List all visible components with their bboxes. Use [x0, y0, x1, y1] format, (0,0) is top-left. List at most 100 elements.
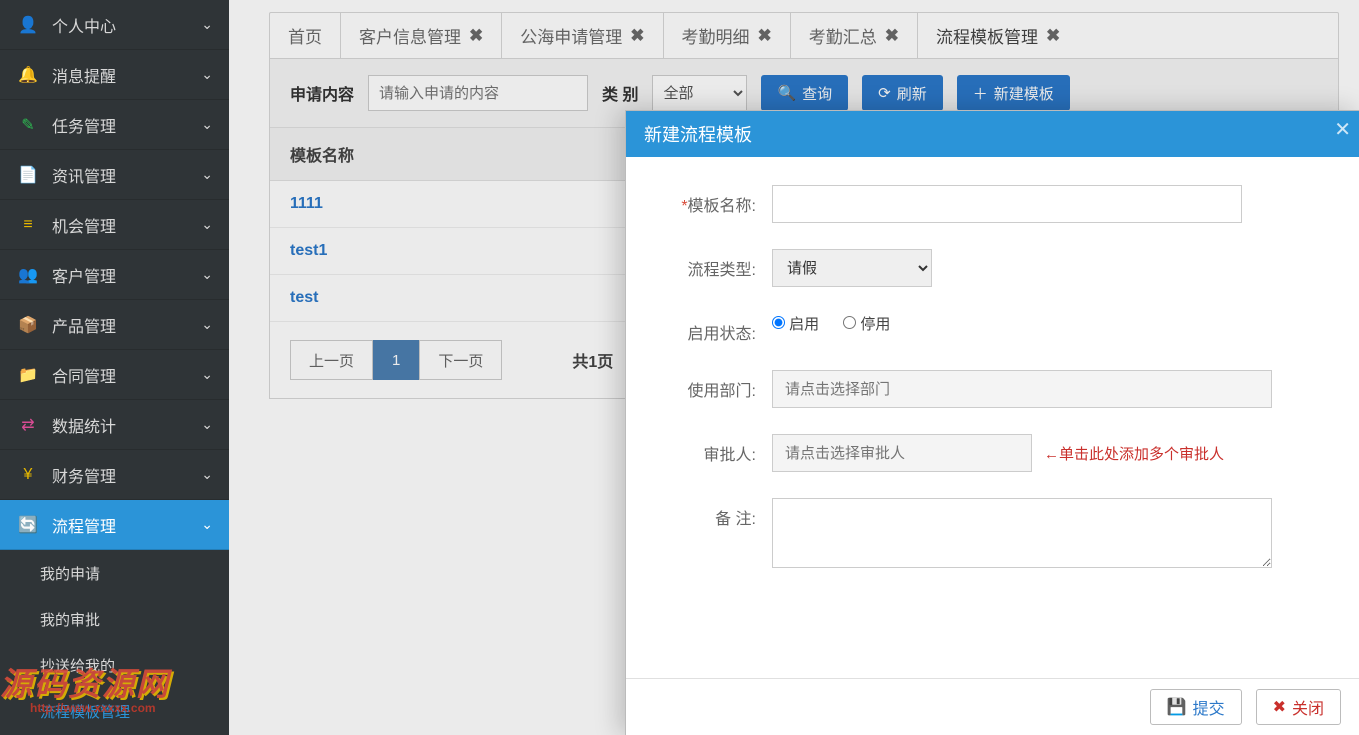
pager-next[interactable]: 下一页: [419, 340, 502, 380]
query-button[interactable]: 🔍查询: [761, 75, 848, 111]
filter-select-category[interactable]: 全部: [652, 75, 747, 111]
close-icon[interactable]: ✖: [630, 26, 644, 46]
sidebar-item-customer[interactable]: 👥 客户管理 ⌄: [0, 250, 229, 300]
sidebar-item-message[interactable]: 🔔 消息提醒 ⌄: [0, 50, 229, 100]
tab-customer-info[interactable]: 客户信息管理 ✖: [341, 13, 502, 58]
approver-picker[interactable]: [772, 434, 1032, 472]
label-template-name: *模板名称:: [666, 185, 756, 216]
tab-label: 流程模板管理: [936, 23, 1038, 48]
chevron-down-icon: ⌄: [201, 466, 213, 483]
chevron-down-icon: ⌄: [201, 166, 213, 183]
chevron-down-icon: ⌄: [201, 366, 213, 383]
new-template-button[interactable]: ＋新建模板: [957, 75, 1070, 111]
chevron-down-icon: ⌄: [201, 316, 213, 333]
sidebar-item-label: 产品管理: [52, 313, 116, 337]
radio-enable[interactable]: 启用: [772, 313, 819, 334]
chevron-down-icon: ⌄: [201, 116, 213, 133]
tab-label: 客户信息管理: [359, 23, 461, 48]
sidebar-sub-cctome[interactable]: 抄送给我的: [0, 642, 229, 688]
tab-attendance-detail[interactable]: 考勤明细 ✖: [664, 13, 791, 58]
tab-label: 首页: [288, 23, 322, 48]
template-name-input[interactable]: [772, 185, 1242, 223]
sidebar-sub-template[interactable]: 流程模板管理: [0, 688, 229, 734]
shuffle-icon: ⇄: [16, 415, 40, 435]
submit-button[interactable]: 💾提交: [1150, 689, 1242, 725]
label-flow-type: 流程类型:: [666, 249, 756, 280]
modal-title: 新建流程模板: [644, 121, 752, 147]
sidebar-item-product[interactable]: 📦 产品管理 ⌄: [0, 300, 229, 350]
users-icon: 👥: [16, 265, 40, 285]
sidebar-item-label: 客户管理: [52, 263, 116, 287]
close-icon[interactable]: ✖: [885, 26, 899, 46]
list-icon: ≡: [16, 216, 40, 234]
sidebar-sub-myapply[interactable]: 我的申请: [0, 550, 229, 596]
flow-type-select[interactable]: 请假: [772, 249, 932, 287]
tab-home[interactable]: 首页: [270, 13, 341, 58]
sidebar-item-label: 流程管理: [52, 513, 116, 537]
radio-disable[interactable]: 停用: [843, 313, 890, 334]
search-icon: 🔍: [777, 84, 796, 102]
sidebar-sub-myapprove[interactable]: 我的审批: [0, 596, 229, 642]
user-icon: 👤: [16, 15, 40, 35]
tab-label: 考勤明细: [682, 23, 750, 48]
close-icon[interactable]: ✖: [1046, 26, 1060, 46]
label-remark: 备 注:: [666, 498, 756, 529]
new-template-modal: 新建流程模板 ✕ *模板名称: 流程类型: 请假 启用状态: 启用 停用 使用部…: [625, 110, 1359, 735]
box-icon: 📦: [16, 315, 40, 335]
refresh-button[interactable]: ⟳刷新: [862, 75, 943, 111]
approver-add-hint[interactable]: ←单击此处添加多个审批人: [1044, 443, 1224, 464]
sidebar-item-label: 任务管理: [52, 113, 116, 137]
sidebar-item-label: 机会管理: [52, 213, 116, 237]
modal-footer: 💾提交 ✖关闭: [626, 678, 1359, 735]
tab-public-apply[interactable]: 公海申请管理 ✖: [502, 13, 663, 58]
dept-picker[interactable]: [772, 370, 1272, 408]
modal-body: *模板名称: 流程类型: 请假 启用状态: 启用 停用 使用部门: 审批人:: [626, 157, 1359, 678]
bell-icon: 🔔: [16, 65, 40, 85]
label-approver: 审批人:: [666, 434, 756, 465]
sidebar-item-personal[interactable]: 👤 个人中心 ⌄: [0, 0, 229, 50]
label-use-dept: 使用部门:: [666, 370, 756, 401]
sidebar-item-label: 个人中心: [52, 13, 116, 37]
close-icon[interactable]: ✕: [1334, 117, 1351, 142]
sidebar-item-opportunity[interactable]: ≡ 机会管理 ⌄: [0, 200, 229, 250]
x-icon: ✖: [1273, 697, 1286, 717]
sidebar-item-workflow[interactable]: 🔄 流程管理 ⌄: [0, 500, 229, 550]
tab-bar: 首页 客户信息管理 ✖ 公海申请管理 ✖ 考勤明细 ✖ 考勤汇总 ✖ 流程模板管…: [269, 12, 1339, 59]
close-icon[interactable]: ✖: [758, 26, 772, 46]
chevron-down-icon: ⌄: [201, 516, 213, 533]
yen-icon: ¥: [16, 466, 40, 484]
chevron-down-icon: ⌄: [201, 266, 213, 283]
save-icon: 💾: [1167, 697, 1187, 717]
plus-icon: ＋: [973, 83, 988, 104]
modal-header: 新建流程模板 ✕: [626, 111, 1359, 157]
folder-icon: 📁: [16, 365, 40, 385]
sidebar-item-info[interactable]: 📄 资讯管理 ⌄: [0, 150, 229, 200]
tab-attendance-summary[interactable]: 考勤汇总 ✖: [791, 13, 918, 58]
sidebar-item-task[interactable]: ✎ 任务管理 ⌄: [0, 100, 229, 150]
sidebar-item-label: 数据统计: [52, 413, 116, 437]
filter-input-content[interactable]: [368, 75, 588, 111]
sidebar: 👤 个人中心 ⌄ 🔔 消息提醒 ⌄ ✎ 任务管理 ⌄ 📄 资讯管理 ⌄ ≡ 机会…: [0, 0, 229, 735]
refresh-icon: ⟳: [878, 84, 891, 102]
sidebar-item-label: 资讯管理: [52, 163, 116, 187]
filter-label-content: 申请内容: [290, 81, 354, 105]
edit-icon: ✎: [16, 115, 40, 135]
sidebar-item-stats[interactable]: ⇄ 数据统计 ⌄: [0, 400, 229, 450]
close-button[interactable]: ✖关闭: [1256, 689, 1341, 725]
pager-prev[interactable]: 上一页: [290, 340, 373, 380]
close-icon[interactable]: ✖: [469, 26, 483, 46]
remark-textarea[interactable]: [772, 498, 1272, 568]
label-enable-status: 启用状态:: [666, 313, 756, 344]
chevron-down-icon: ⌄: [201, 216, 213, 233]
tab-label: 考勤汇总: [809, 23, 877, 48]
pager-page-1[interactable]: 1: [373, 340, 419, 380]
tab-flow-template[interactable]: 流程模板管理 ✖: [918, 13, 1078, 58]
sidebar-item-contract[interactable]: 📁 合同管理 ⌄: [0, 350, 229, 400]
chevron-down-icon: ⌄: [201, 16, 213, 33]
chevron-down-icon: ⌄: [201, 66, 213, 83]
filter-label-category: 类 别: [602, 81, 638, 105]
refresh-icon: 🔄: [16, 515, 40, 535]
sidebar-item-label: 消息提醒: [52, 63, 116, 87]
chevron-down-icon: ⌄: [201, 416, 213, 433]
sidebar-item-finance[interactable]: ¥ 财务管理 ⌄: [0, 450, 229, 500]
